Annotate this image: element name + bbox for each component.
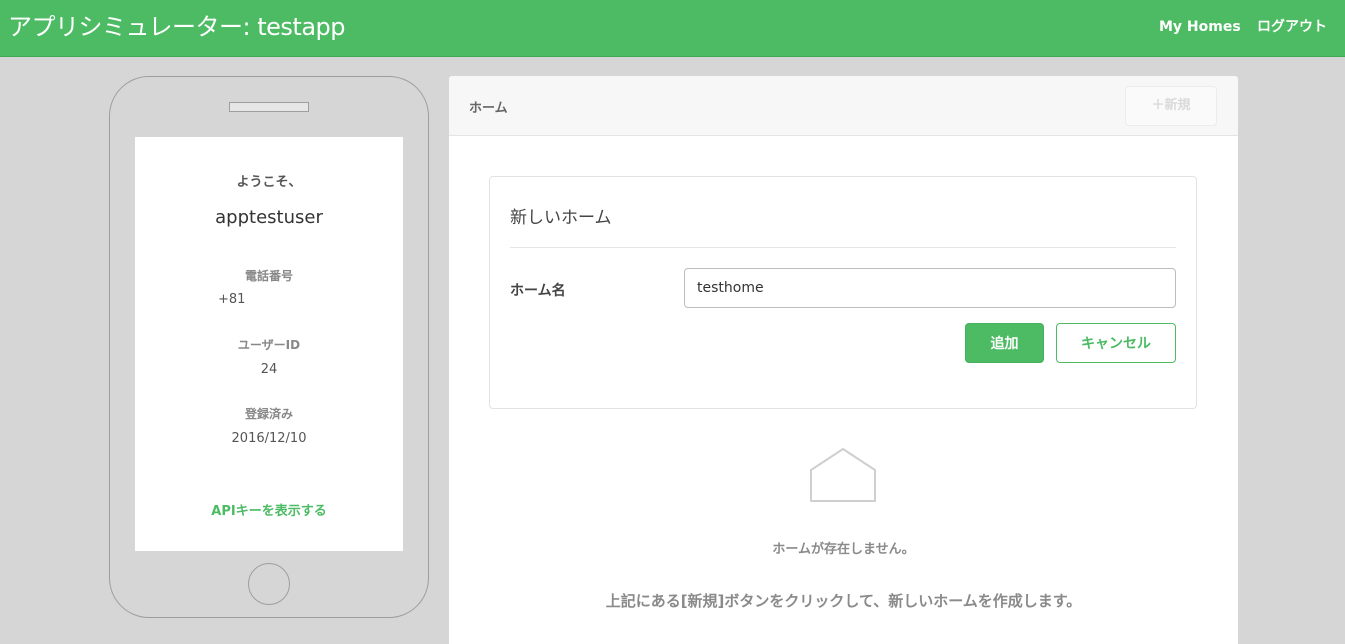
empty-state-title: ホームが存在しません。 [772,542,915,557]
show-api-key-link[interactable]: APIキーを表示する [135,500,403,519]
phone-number-value: +81 [218,292,246,307]
phone-speaker [229,102,309,112]
house-outline-icon [810,448,876,502]
nav-logout-link[interactable]: ログアウト [1257,18,1327,36]
home-name-label: ホーム名 [510,283,566,299]
panel-header: ホーム ＋新規 [449,76,1238,136]
homes-panel: ホーム ＋新規 新しいホーム ホーム名 追加 キャンセル ホームが存在しません。… [449,76,1238,644]
username: apptestuser [215,207,323,228]
new-home-button[interactable]: ＋新規 [1125,86,1217,126]
welcome-text: ようこそ、 [236,175,302,190]
phone-screen: ようこそ、 apptestuser 電話番号 +81 ユーザーID 24 登録済… [135,137,403,551]
user-id-label: ユーザーID [237,338,301,352]
phone-frame: ようこそ、 apptestuser 電話番号 +81 ユーザーID 24 登録済… [109,76,429,618]
home-name-input[interactable] [684,268,1176,308]
panel-title: ホーム [469,101,508,116]
empty-state-description: 上記にある[新規]ボタンをクリックして、新しいホームを作成します。 [605,592,1082,610]
top-navbar: アプリシミュレーター: testapp My Homes ログアウト [0,0,1345,57]
phone-number-label: 電話番号 [244,269,293,283]
app-title: アプリシミュレーター: testapp [8,13,346,41]
phone-home-button [248,563,290,605]
nav-my-homes-link[interactable]: My Homes [1159,18,1241,36]
registered-label: 登録済み [244,407,293,421]
form-title: 新しいホーム [510,208,612,228]
cancel-button[interactable]: キャンセル [1056,323,1176,363]
registered-value: 2016/12/10 [231,431,307,446]
new-home-form: 新しいホーム ホーム名 追加 キャンセル [489,176,1197,409]
user-id-value: 24 [260,362,278,377]
divider [510,247,1176,248]
add-button[interactable]: 追加 [965,323,1044,363]
